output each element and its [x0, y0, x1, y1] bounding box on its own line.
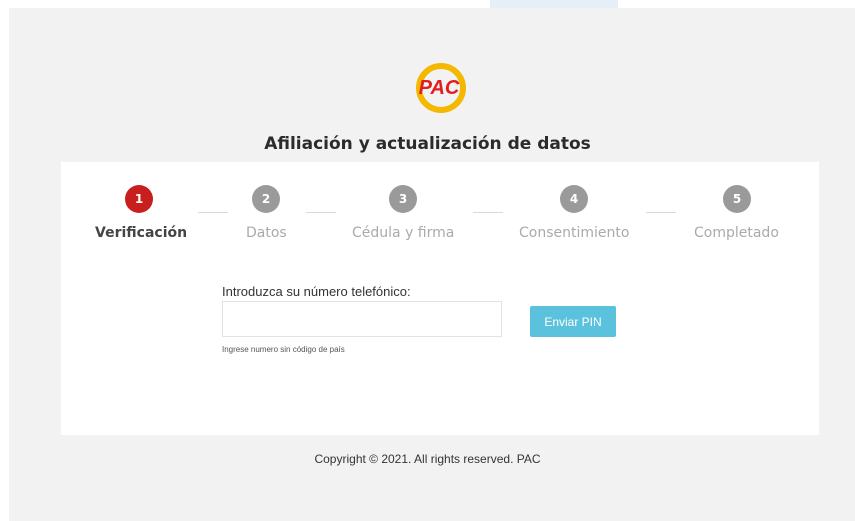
- step-1-circle: 1: [125, 185, 153, 213]
- step-2-label: Datos: [246, 225, 287, 241]
- step-4-circle: 4: [560, 185, 588, 213]
- send-pin-button[interactable]: Enviar PIN: [530, 306, 616, 337]
- pac-logo: PAC: [416, 63, 466, 113]
- form-card: [61, 162, 819, 435]
- step-2-circle: 2: [252, 185, 280, 213]
- page-title: Afiliación y actualización de datos: [264, 134, 591, 154]
- logo-text: PAC: [419, 77, 460, 99]
- step-4-label: Consentimiento: [519, 225, 630, 241]
- step-1-label: Verificación: [95, 225, 188, 241]
- phone-input[interactable]: [222, 301, 502, 337]
- step-5-circle: 5: [723, 185, 751, 213]
- step-3-circle: 3: [389, 185, 417, 213]
- step-connector: [306, 212, 336, 213]
- step-5-label: Completado: [694, 225, 779, 241]
- step-connector: [473, 212, 503, 213]
- copyright-text: Copyright © 2021. All rights reserved. P…: [314, 452, 541, 466]
- top-accent-bar: [490, 0, 618, 8]
- phone-label: Introduzca su número telefónico:: [222, 284, 411, 299]
- phone-hint: Ingrese numero sin código de país: [222, 345, 345, 354]
- step-connector: [198, 212, 228, 213]
- step-3-label: Cédula y firma: [352, 225, 455, 241]
- step-connector: [646, 212, 676, 213]
